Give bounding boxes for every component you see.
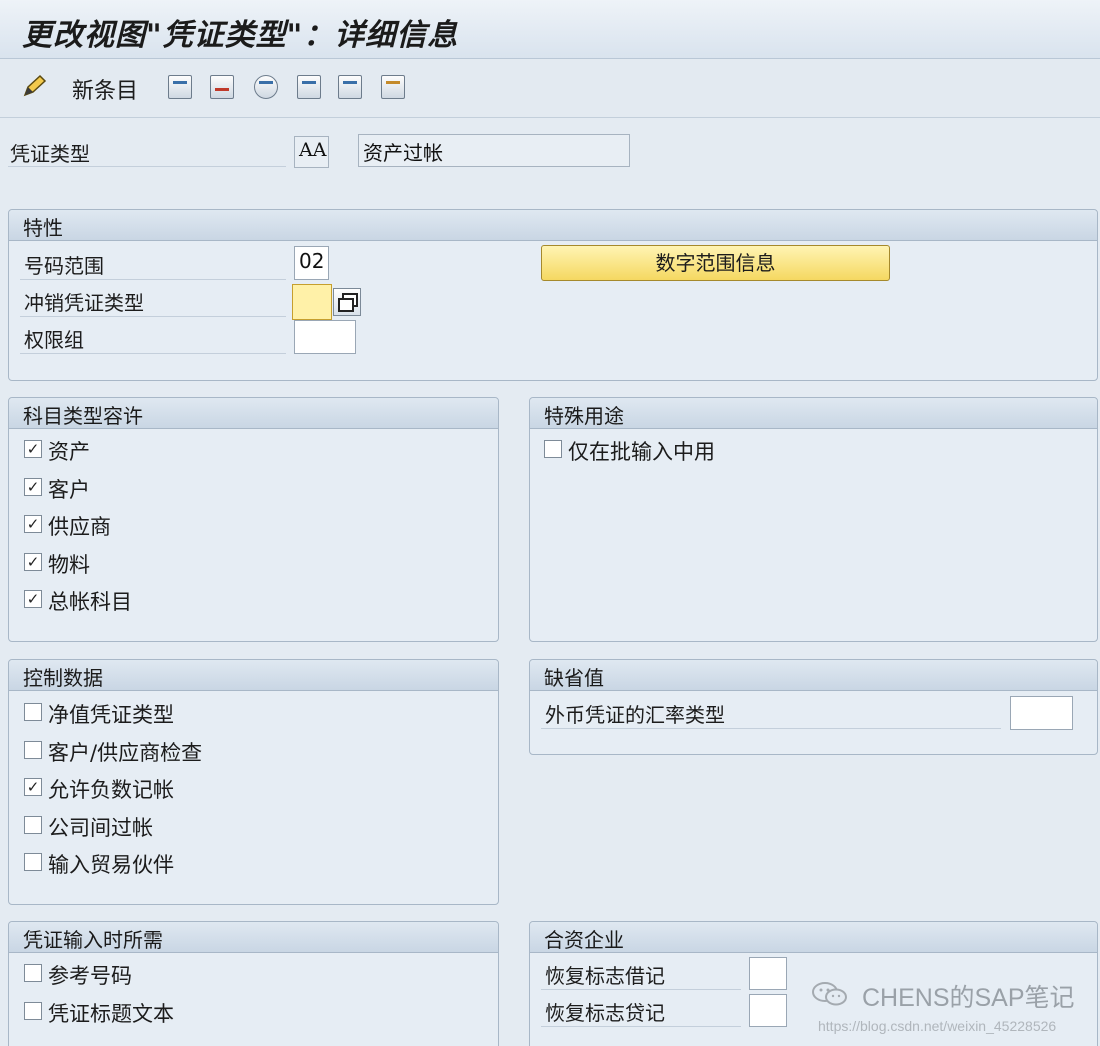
group-special-usage: 特殊用途 xyxy=(529,397,1098,642)
application-toolbar: 新条目 xyxy=(0,59,1100,118)
credit-recovery-label: 恢复标志贷记 xyxy=(545,1001,665,1025)
checkbox-unchecked[interactable] xyxy=(544,440,562,458)
number-range-field[interactable]: 02 xyxy=(294,246,329,280)
label-underline xyxy=(541,728,1001,729)
group-header: 特性 xyxy=(9,210,1097,241)
label-underline xyxy=(20,353,286,354)
number-range-info-button[interactable]: 数字范围信息 xyxy=(541,245,890,281)
credit-recovery-field[interactable] xyxy=(749,994,787,1027)
checkbox-checked[interactable]: ✓ xyxy=(24,778,42,796)
new-entries-button[interactable]: 新条目 xyxy=(72,73,138,104)
checkbox-checked[interactable]: ✓ xyxy=(24,440,42,458)
checkbox-unchecked[interactable] xyxy=(24,853,42,871)
wechat-logo-icon xyxy=(812,982,847,1006)
group-header: 控制数据 xyxy=(9,660,498,691)
group-title: 特殊用途 xyxy=(544,404,624,428)
checkbox-checked[interactable]: ✓ xyxy=(24,552,42,571)
checkbox-label: 凭证标题文本 xyxy=(48,1001,174,1026)
checkbox-unchecked[interactable] xyxy=(24,964,42,982)
group-title: 合资企业 xyxy=(544,928,624,952)
doc-type-description: 资产过帐 xyxy=(358,134,630,167)
group-title: 特性 xyxy=(23,216,63,240)
checkbox-label: 客户/供应商检查 xyxy=(48,740,203,765)
previous-entry-icon[interactable] xyxy=(297,75,321,99)
debit-recovery-label: 恢复标志借记 xyxy=(545,964,665,988)
checkbox-label: 净值凭证类型 xyxy=(48,703,174,727)
checkbox-checked[interactable]: ✓ xyxy=(24,515,42,533)
label-underline xyxy=(8,166,286,167)
checkbox-unchecked[interactable] xyxy=(24,815,42,834)
group-title: 凭证输入时所需 xyxy=(23,928,163,952)
group-header: 缺省值 xyxy=(530,660,1097,691)
label-underline xyxy=(541,989,741,990)
auth-group-label: 权限组 xyxy=(24,328,84,352)
group-header: 特殊用途 xyxy=(530,398,1097,429)
group-title: 控制数据 xyxy=(23,666,103,690)
checkbox-label: 公司间过帐 xyxy=(48,815,153,840)
checkbox-label: 总帐科目 xyxy=(48,590,132,614)
label-underline xyxy=(20,279,286,280)
checkbox-label: 输入贸易伙伴 xyxy=(48,853,174,877)
checkbox-label: 允许负数记帐 xyxy=(48,778,174,802)
undo-icon[interactable] xyxy=(254,75,278,99)
debit-recovery-field[interactable] xyxy=(749,957,787,990)
reverse-doc-type-label: 冲销凭证类型 xyxy=(24,291,144,315)
auth-group-field[interactable] xyxy=(294,320,356,354)
doc-type-label: 凭证类型 xyxy=(10,142,90,166)
next-entry-icon[interactable] xyxy=(338,75,362,99)
watermark-url: https://blog.csdn.net/weixin_45228526 xyxy=(818,1018,1057,1034)
fx-rate-type-label: 外币凭证的汇率类型 xyxy=(545,703,725,727)
group-title: 科目类型容许 xyxy=(23,404,143,428)
checkbox-unchecked[interactable] xyxy=(24,703,42,721)
checkbox-checked[interactable]: ✓ xyxy=(24,590,42,608)
checkbox-label: 物料 xyxy=(48,552,90,577)
checkbox-label: 参考号码 xyxy=(48,964,132,988)
checkbox-label: 客户 xyxy=(48,477,90,502)
delete-icon[interactable] xyxy=(210,75,234,99)
window-title: 更改视图"凭证类型"：详细信息 xyxy=(22,18,459,53)
copy-icon[interactable] xyxy=(168,75,192,99)
display-change-icon[interactable] xyxy=(22,73,48,99)
checkbox-unchecked[interactable] xyxy=(24,1001,42,1020)
checkbox-checked[interactable]: ✓ xyxy=(24,477,42,496)
checkbox-label: 资产 xyxy=(48,440,90,464)
label-underline xyxy=(20,316,286,317)
fx-rate-type-field[interactable] xyxy=(1010,696,1073,730)
group-title: 缺省值 xyxy=(544,666,604,690)
number-range-label: 号码范围 xyxy=(24,254,104,278)
value-help-icon[interactable] xyxy=(333,288,361,316)
doc-type-field: AA xyxy=(294,136,329,168)
reverse-doc-type-field[interactable] xyxy=(292,284,332,320)
sap-window: 更改视图"凭证类型"：详细信息 新条目 凭证类型 AA 资产过帐 特性 号码范围… xyxy=(0,0,1100,1046)
group-header: 科目类型容许 xyxy=(9,398,498,429)
label-underline xyxy=(541,1026,741,1027)
title-bar: 更改视图"凭证类型"：详细信息 xyxy=(0,0,1100,59)
group-header: 合资企业 xyxy=(530,922,1097,953)
group-header: 凭证输入时所需 xyxy=(9,922,498,953)
group-properties: 特性 xyxy=(8,209,1098,381)
checkbox-label: 仅在批输入中用 xyxy=(568,440,715,464)
checkbox-unchecked[interactable] xyxy=(24,740,42,759)
checkbox-label: 供应商 xyxy=(48,515,111,539)
watermark-text: CHENS的SAP笔记 xyxy=(862,984,1075,1012)
transport-icon[interactable] xyxy=(381,75,405,99)
